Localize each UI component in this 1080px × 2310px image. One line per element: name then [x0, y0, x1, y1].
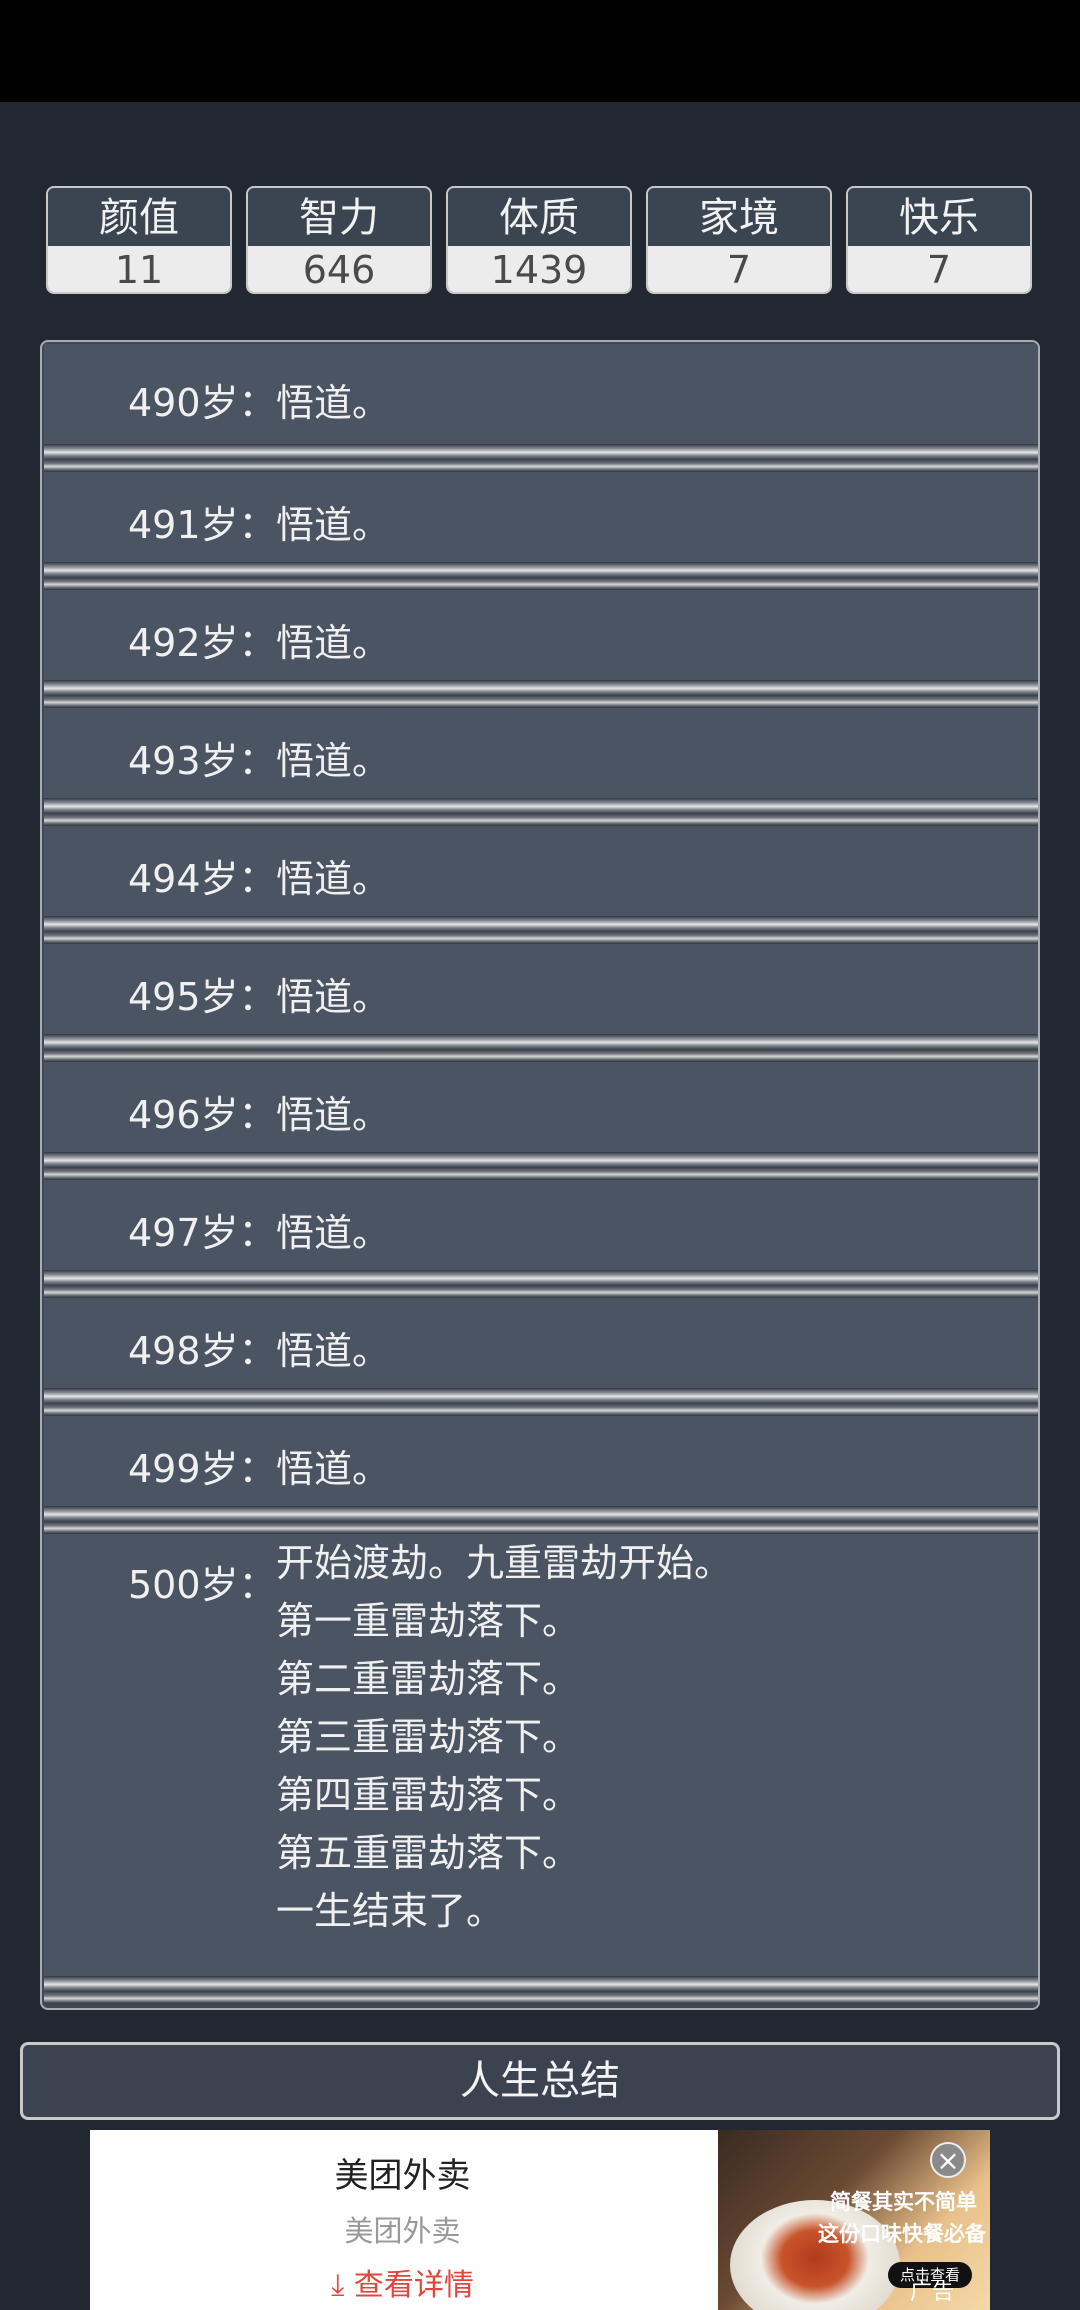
stat-value: 646 [248, 246, 430, 292]
event-row: 495岁： 悟道。 [44, 944, 1038, 1034]
event-age: 492岁： [128, 621, 277, 665]
stat-value: 11 [48, 246, 230, 292]
event-text-block: 开始渡劫。九重雷劫开始。 第一重雷劫落下。 第二重雷劫落下。 第三重雷劫落下。 … [276, 1534, 732, 1940]
stat-label: 家境 [648, 188, 830, 246]
event-row: 497岁： 悟道。 [44, 1180, 1038, 1270]
ad-link-label: 查看详情 [353, 2268, 474, 2303]
ad-title: 美团外卖 [334, 2156, 471, 2196]
event-row: 491岁： 悟道。 [44, 472, 1038, 562]
event-text: 悟道。 [276, 381, 391, 425]
stat-label: 颜值 [48, 188, 230, 246]
ad-image-text: 简餐其实不简单 [830, 2190, 977, 2214]
event-row: 498岁： 悟道。 [44, 1298, 1038, 1388]
event-row: 493岁： 悟道。 [44, 708, 1038, 798]
event-row: 490岁： 悟道。 [44, 344, 1038, 444]
ad-view-details-link[interactable]: ⤓ 查看详情 [90, 2260, 715, 2304]
stat-family: 家境 7 [646, 186, 832, 294]
event-age: 498岁： [128, 1329, 277, 1373]
ad-tag: 广告 [910, 2280, 955, 2305]
event-row: 492岁： 悟道。 [44, 590, 1038, 680]
row-divider [44, 562, 1038, 590]
row-divider [44, 1388, 1038, 1416]
status-bar [0, 0, 1080, 102]
download-icon: ⤓ [331, 2268, 345, 2303]
event-age: 500岁： [128, 1563, 277, 1607]
event-text: 悟道。 [276, 739, 391, 783]
stat-value: 7 [848, 246, 1030, 292]
event-text: 悟道。 [276, 1093, 391, 1137]
life-summary-button[interactable]: 人生总结 [20, 2042, 1060, 2120]
stat-label: 体质 [448, 188, 630, 246]
event-row-final: 500岁： 开始渡劫。九重雷劫开始。 第一重雷劫落下。 第二重雷劫落下。 第三重… [44, 1534, 1038, 1976]
event-age: 494岁： [128, 857, 277, 901]
row-divider [44, 1506, 1038, 1534]
event-text: 悟道。 [276, 857, 391, 901]
event-line: 开始渡劫。九重雷劫开始。 [276, 1541, 733, 1585]
event-age: 493岁： [128, 739, 277, 783]
event-age: 490岁： [128, 381, 277, 425]
stats-bar: 颜值 11 智力 646 体质 1439 家境 7 快乐 7 [46, 186, 1034, 296]
event-age: 496岁： [128, 1093, 277, 1137]
stat-value: 1439 [448, 246, 630, 292]
event-age: 497岁： [128, 1211, 277, 1255]
stat-happiness: 快乐 7 [846, 186, 1032, 294]
event-line: 第四重雷劫落下。 [276, 1773, 581, 1817]
food-plate-image [730, 2200, 900, 2310]
event-row: 499岁： 悟道。 [44, 1416, 1038, 1506]
event-line: 第三重雷劫落下。 [276, 1715, 581, 1759]
event-row: 494岁： 悟道。 [44, 826, 1038, 916]
row-divider [44, 680, 1038, 708]
event-text: 悟道。 [276, 1211, 391, 1255]
ad-banner[interactable]: 美团外卖 美团外卖 ⤓ 查看详情 简餐其实不简单 这份口味快餐必备 点击查看 ×… [90, 2130, 990, 2310]
event-age: 495岁： [128, 975, 277, 1019]
event-age: 491岁： [128, 503, 277, 547]
event-row: 496岁： 悟道。 [44, 1062, 1038, 1152]
event-age: 499岁： [128, 1447, 277, 1491]
event-log[interactable]: 490岁： 悟道。 491岁： 悟道。 492岁： 悟道。 493岁： 悟道。 … [40, 340, 1040, 2010]
event-text: 悟道。 [276, 1329, 391, 1373]
row-divider [44, 916, 1038, 944]
row-divider [44, 1270, 1038, 1298]
ad-image-text: 这份口味快餐必备 [818, 2222, 986, 2246]
event-text: 悟道。 [276, 975, 391, 1019]
close-icon[interactable]: × [930, 2142, 966, 2178]
row-divider [44, 444, 1038, 472]
row-divider [44, 1034, 1038, 1062]
event-line: 第一重雷劫落下。 [276, 1599, 581, 1643]
event-line: 第五重雷劫落下。 [276, 1831, 581, 1875]
event-text: 悟道。 [276, 503, 391, 547]
event-line: 一生结束了。 [276, 1889, 505, 1933]
event-text: 悟道。 [276, 621, 391, 665]
stat-label: 智力 [248, 188, 430, 246]
event-line: 第二重雷劫落下。 [276, 1657, 581, 1701]
stat-label: 快乐 [848, 188, 1030, 246]
stat-physique: 体质 1439 [446, 186, 632, 294]
event-text: 悟道。 [276, 1447, 391, 1491]
stat-value: 7 [648, 246, 830, 292]
ad-subtitle: 美团外卖 [344, 2214, 461, 2248]
row-divider [44, 798, 1038, 826]
row-divider [44, 1976, 1038, 2004]
row-divider [44, 1152, 1038, 1180]
stat-intelligence: 智力 646 [246, 186, 432, 294]
stat-appearance: 颜值 11 [46, 186, 232, 294]
